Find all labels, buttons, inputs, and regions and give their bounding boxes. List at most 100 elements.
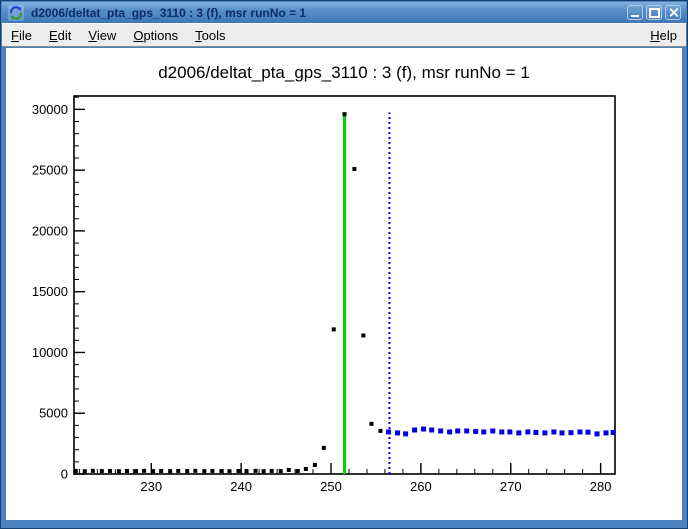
data-point xyxy=(611,430,616,435)
window-title: d2006/deltat_pta_gps_3110 : 3 (f), msr r… xyxy=(31,6,306,20)
y-tick-label: 10000 xyxy=(32,345,68,360)
data-point xyxy=(464,428,469,433)
x-tick-label: 250 xyxy=(320,479,342,494)
y-tick-label: 0 xyxy=(61,467,68,482)
close-icon xyxy=(669,8,678,17)
data-point xyxy=(262,469,266,473)
data-point xyxy=(227,469,231,473)
data-point xyxy=(219,469,223,473)
y-tick-label: 15000 xyxy=(32,284,68,299)
data-point xyxy=(473,429,478,434)
data-point xyxy=(378,429,382,433)
data-point xyxy=(322,446,326,450)
data-point xyxy=(245,469,249,473)
maximize-button[interactable] xyxy=(646,5,662,20)
data-point xyxy=(490,428,495,433)
background-level-points xyxy=(386,427,616,437)
data-point xyxy=(142,469,146,473)
data-point xyxy=(595,431,600,436)
data-point xyxy=(176,469,180,473)
data-point xyxy=(296,469,300,473)
histogram-data-points xyxy=(74,112,383,473)
data-point xyxy=(542,430,547,435)
chart-title: d2006/deltat_pta_gps_3110 : 3 (f), msr r… xyxy=(158,63,530,82)
data-point xyxy=(254,469,258,473)
menu-file[interactable]: File xyxy=(11,28,32,43)
data-point xyxy=(447,429,452,434)
data-point xyxy=(604,430,609,435)
data-point xyxy=(516,430,521,435)
menu-view[interactable]: View xyxy=(88,28,116,43)
menubar: File Edit View Options Tools Help xyxy=(2,23,686,47)
data-point xyxy=(395,430,400,435)
data-point xyxy=(210,469,214,473)
data-point xyxy=(525,429,530,434)
data-point xyxy=(74,469,78,473)
root-canvas-icon[interactable] xyxy=(8,5,24,21)
x-tick-label: 280 xyxy=(590,479,612,494)
minimize-button[interactable] xyxy=(627,5,643,20)
data-point xyxy=(421,427,426,432)
data-point xyxy=(369,422,373,426)
data-point xyxy=(236,469,240,473)
menu-help[interactable]: Help xyxy=(650,28,677,43)
x-tick-label: 260 xyxy=(410,479,432,494)
data-point xyxy=(159,469,163,473)
data-point xyxy=(168,469,172,473)
menu-edit[interactable]: Edit xyxy=(49,28,71,43)
window-controls xyxy=(627,5,681,20)
menu-options[interactable]: Options xyxy=(133,28,178,43)
data-point xyxy=(185,469,189,473)
data-point xyxy=(270,469,274,473)
data-point xyxy=(551,429,556,434)
data-point xyxy=(455,428,460,433)
data-point xyxy=(429,428,434,433)
data-point xyxy=(533,430,538,435)
maximize-icon xyxy=(649,8,660,18)
x-tick-label: 240 xyxy=(230,479,252,494)
data-point xyxy=(586,430,591,435)
data-point xyxy=(438,428,443,433)
data-point xyxy=(499,429,504,434)
data-point xyxy=(332,327,336,331)
data-point xyxy=(83,469,87,473)
y-tick-label: 5000 xyxy=(39,406,68,421)
data-point xyxy=(403,431,408,436)
data-point xyxy=(100,469,104,473)
data-point xyxy=(108,469,112,473)
data-point xyxy=(577,429,582,434)
minimize-icon xyxy=(631,15,639,17)
data-point xyxy=(352,167,356,171)
data-point xyxy=(559,430,564,435)
data-point xyxy=(343,112,347,116)
plot-area[interactable]: d2006/deltat_pta_gps_3110 : 3 (f), msr r… xyxy=(6,48,684,522)
data-point xyxy=(134,469,138,473)
data-point xyxy=(125,469,129,473)
y-tick-label: 25000 xyxy=(32,163,68,178)
data-point xyxy=(568,430,573,435)
menu-tools[interactable]: Tools xyxy=(195,28,225,43)
plot-canvas[interactable]: d2006/deltat_pta_gps_3110 : 3 (f), msr r… xyxy=(6,48,682,520)
data-point xyxy=(412,428,417,433)
titlebar[interactable]: d2006/deltat_pta_gps_3110 : 3 (f), msr r… xyxy=(2,2,686,23)
data-point xyxy=(279,469,283,473)
data-point xyxy=(287,468,291,472)
y-tick-label: 20000 xyxy=(32,223,68,238)
x-tick-label: 270 xyxy=(500,479,522,494)
data-point xyxy=(361,333,365,337)
data-point xyxy=(91,469,95,473)
data-point xyxy=(386,429,391,434)
data-point xyxy=(117,469,121,473)
data-point xyxy=(507,429,512,434)
data-point xyxy=(304,467,308,471)
data-point xyxy=(202,469,206,473)
data-point xyxy=(313,463,317,467)
y-axis: 0 5000 10000 15000 20000 25000 30000 xyxy=(32,97,85,481)
data-point xyxy=(481,429,486,434)
data-point xyxy=(193,469,197,473)
reference-lines xyxy=(345,112,390,474)
y-tick-label: 30000 xyxy=(32,102,68,117)
close-button[interactable] xyxy=(665,5,681,20)
x-tick-label: 230 xyxy=(140,479,162,494)
data-point xyxy=(151,469,155,473)
